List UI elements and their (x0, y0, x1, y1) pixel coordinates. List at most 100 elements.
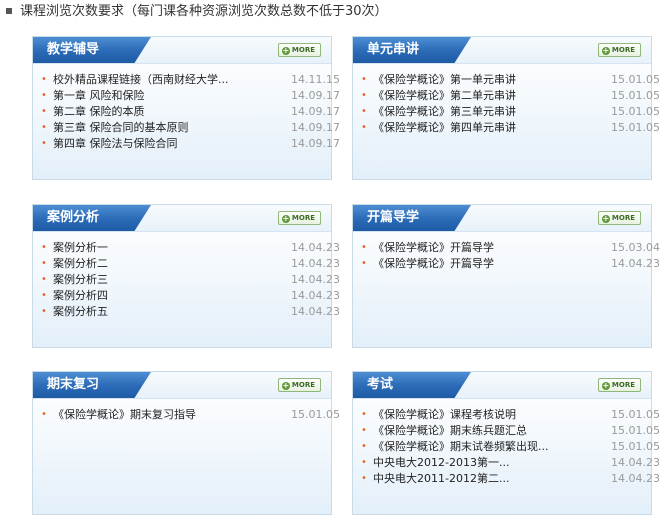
list-item[interactable]: • 中央电大2012-2013第一... 14.04.23 (359, 455, 660, 471)
panel-final-review: 期末复习 + MORE • 《保险学概论》期末复习指导 15.01.05 (32, 371, 340, 515)
list-item[interactable]: • 第一章 风险和保险 14.09.17 (39, 88, 340, 104)
more-button[interactable]: + MORE (277, 43, 321, 57)
square-bullet-icon (6, 7, 12, 14)
item-title-link[interactable]: 第一章 风险和保险 (53, 88, 145, 104)
item-date: 14.09.17 (291, 121, 340, 134)
list-item[interactable]: • 案例分析四 14.04.23 (39, 288, 340, 304)
item-date: 14.04.23 (291, 241, 340, 254)
item-title-link[interactable]: 第二章 保险的本质 (53, 104, 145, 120)
item-date: 14.11.15 (291, 73, 340, 86)
item-title-link[interactable]: 《保险学概论》开篇导学 (373, 240, 494, 256)
bullet-icon: • (361, 90, 367, 101)
bullet-icon: • (41, 306, 47, 317)
item-title-link[interactable]: 案例分析三 (53, 272, 108, 288)
panel-exam: 考试 + MORE • 《保险学概论》课程考核说明 15.01.05 • 《保险学概论》… (352, 371, 660, 515)
bullet-icon: • (41, 74, 47, 85)
list-item[interactable]: • 中央电大2011-2012第二... 14.04.23 (359, 471, 660, 487)
list-item[interactable]: • 《保险学概论》第一单元串讲 15.01.05 (359, 72, 660, 88)
item-date: 15.03.04 (611, 241, 660, 254)
item-title-link[interactable]: 《保险学概论》第三单元串讲 (373, 104, 516, 120)
item-date: 14.09.17 (291, 89, 340, 102)
list-item[interactable]: • 案例分析一 14.04.23 (39, 240, 340, 256)
plus-icon: + (601, 381, 610, 390)
more-label: MORE (291, 381, 315, 389)
plus-icon: + (281, 46, 290, 55)
list-item[interactable]: • 案例分析二 14.04.23 (39, 256, 340, 272)
item-title-link[interactable]: 第三章 保险合同的基本原则 (53, 120, 189, 136)
item-list: • 《保险学概论》期末复习指导 15.01.05 (39, 407, 340, 423)
panel-header: 开篇导学 + MORE (353, 205, 651, 232)
item-title-link[interactable]: 中央电大2011-2012第二... (373, 471, 509, 487)
item-date: 15.01.05 (611, 89, 660, 102)
item-title-link[interactable]: 案例分析五 (53, 304, 108, 320)
more-button[interactable]: + MORE (597, 378, 641, 392)
item-title-link[interactable]: 中央电大2012-2013第一... (373, 455, 509, 471)
item-date: 14.04.23 (291, 305, 340, 318)
panel-header: 期末复习 + MORE (33, 372, 331, 399)
list-item[interactable]: • 《保险学概论》课程考核说明 15.01.05 (359, 407, 660, 423)
panel-teaching-guidance: 教学辅导 + MORE • 校外精品课程链接（西南财经大学... 14.11.15 •… (32, 36, 340, 180)
more-button[interactable]: + MORE (597, 211, 641, 225)
item-title-link[interactable]: 《保险学概论》开篇导学 (373, 256, 494, 272)
list-item[interactable]: • 《保险学概论》第四单元串讲 15.01.05 (359, 120, 660, 136)
item-title-link[interactable]: 《保险学概论》课程考核说明 (373, 407, 516, 423)
item-date: 14.04.23 (291, 273, 340, 286)
item-title-link[interactable]: 《保险学概论》期末复习指导 (53, 407, 196, 423)
item-list: • 《保险学概论》开篇导学 15.03.04 • 《保险学概论》开篇导学 14.04.2… (359, 240, 660, 272)
item-title-link[interactable]: 校外精品课程链接（西南财经大学... (53, 72, 229, 88)
list-item[interactable]: • 案例分析五 14.04.23 (39, 304, 340, 320)
item-title-link[interactable]: 《保险学概论》第一单元串讲 (373, 72, 516, 88)
more-button[interactable]: + MORE (597, 43, 641, 57)
bullet-icon: • (41, 274, 47, 285)
page-heading: 课程浏览次数要求（每门课各种资源浏览次数总数不低于30次） (4, 3, 664, 21)
bullet-icon: • (361, 457, 367, 468)
item-title-link[interactable]: 《保险学概论》期末练兵题汇总 (373, 423, 527, 439)
list-item[interactable]: • 第四章 保险法与保险合同 14.09.17 (39, 136, 340, 152)
more-label: MORE (291, 214, 315, 222)
item-title-link[interactable]: 案例分析四 (53, 288, 108, 304)
list-item[interactable]: • 第二章 保险的本质 14.09.17 (39, 104, 340, 120)
list-item[interactable]: • 校外精品课程链接（西南财经大学... 14.11.15 (39, 72, 340, 88)
list-item[interactable]: • 案例分析三 14.04.23 (39, 272, 340, 288)
bullet-icon: • (361, 441, 367, 452)
bullet-icon: • (41, 290, 47, 301)
bullet-icon: • (41, 258, 47, 269)
panel-opening-guide: 开篇导学 + MORE • 《保险学概论》开篇导学 15.03.04 • 《保险学概论》… (352, 204, 660, 348)
item-date: 14.04.23 (611, 257, 660, 270)
bullet-icon: • (361, 122, 367, 133)
item-title-link[interactable]: 第四章 保险法与保险合同 (53, 136, 178, 152)
item-title-link[interactable]: 《保险学概论》期末试卷频繁出现... (373, 439, 549, 455)
item-date: 14.04.23 (291, 257, 340, 270)
panel-case-analysis: 案例分析 + MORE • 案例分析一 14.04.23 • 案例分析二 14.04.23… (32, 204, 340, 348)
page-heading-text: 课程浏览次数要求（每门课各种资源浏览次数总数不低于30次） (20, 4, 388, 19)
more-label: MORE (611, 381, 635, 389)
list-item[interactable]: • 《保险学概论》第三单元串讲 15.01.05 (359, 104, 660, 120)
item-title-link[interactable]: 《保险学概论》第二单元串讲 (373, 88, 516, 104)
list-item[interactable]: • 《保险学概论》开篇导学 14.04.23 (359, 256, 660, 272)
item-date: 14.04.23 (611, 472, 660, 485)
bullet-icon: • (41, 242, 47, 253)
item-title-link[interactable]: 案例分析一 (53, 240, 108, 256)
more-button[interactable]: + MORE (277, 378, 321, 392)
item-title-link[interactable]: 《保险学概论》第四单元串讲 (373, 120, 516, 136)
bullet-icon: • (361, 258, 367, 269)
list-item[interactable]: • 《保险学概论》开篇导学 15.03.04 (359, 240, 660, 256)
item-date: 15.01.05 (611, 408, 660, 421)
item-title-link[interactable]: 案例分析二 (53, 256, 108, 272)
item-list: • 《保险学概论》课程考核说明 15.01.05 • 《保险学概论》期末练兵题汇总 15… (359, 407, 660, 487)
bullet-icon: • (41, 122, 47, 133)
list-item[interactable]: • 《保险学概论》期末复习指导 15.01.05 (39, 407, 340, 423)
bullet-icon: • (361, 106, 367, 117)
more-label: MORE (611, 214, 635, 222)
list-item[interactable]: • 《保险学概论》第二单元串讲 15.01.05 (359, 88, 660, 104)
list-item[interactable]: • 《保险学概论》期末试卷频繁出现... 15.01.05 (359, 439, 660, 455)
item-date: 15.01.05 (611, 424, 660, 437)
bullet-icon: • (41, 90, 47, 101)
item-date: 14.04.23 (291, 289, 340, 302)
item-date: 14.09.17 (291, 105, 340, 118)
panel-title: 开篇导学 (367, 210, 420, 225)
list-item[interactable]: • 第三章 保险合同的基本原则 14.09.17 (39, 120, 340, 136)
item-date: 15.01.05 (611, 73, 660, 86)
list-item[interactable]: • 《保险学概论》期末练兵题汇总 15.01.05 (359, 423, 660, 439)
more-button[interactable]: + MORE (277, 211, 321, 225)
